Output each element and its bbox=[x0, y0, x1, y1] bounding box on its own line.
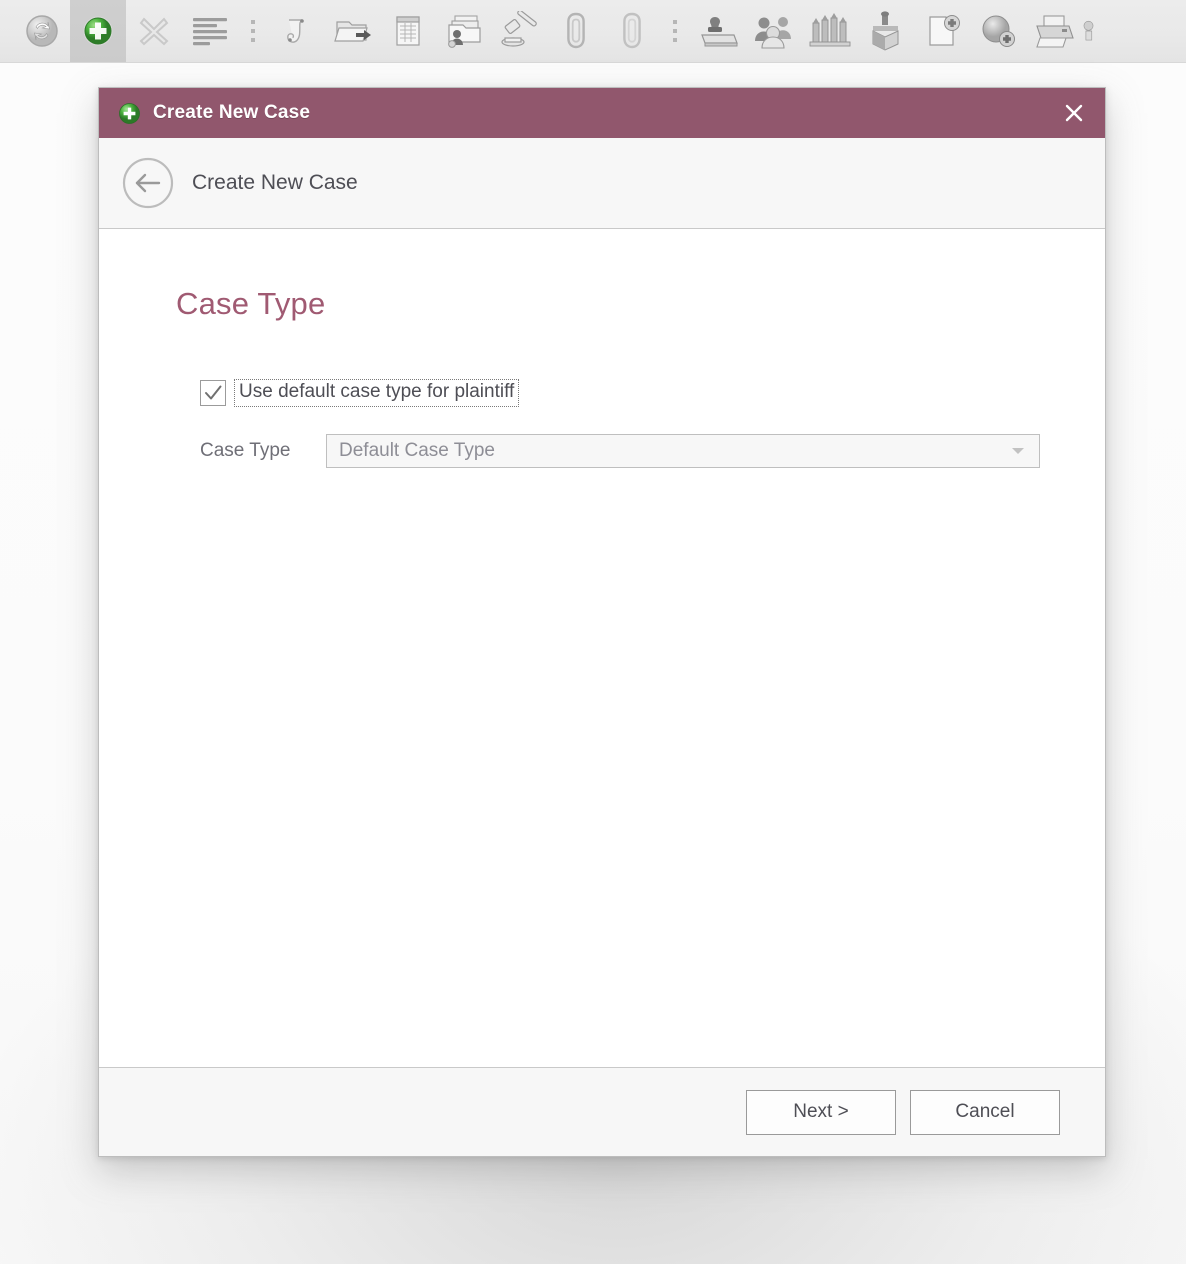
add-new-case-icon[interactable] bbox=[70, 0, 126, 62]
dialog-navbar: Create New Case bbox=[99, 138, 1105, 229]
next-button[interactable]: Next > bbox=[746, 1089, 896, 1135]
add-disc-icon[interactable] bbox=[970, 0, 1026, 62]
dialog-body: Case Type Use default case type for plai… bbox=[99, 229, 1105, 1067]
cancel-button[interactable]: Cancel bbox=[910, 1089, 1060, 1135]
main-toolbar bbox=[0, 0, 1186, 63]
navbar-title: Create New Case bbox=[192, 171, 358, 194]
dialog-title: Create New Case bbox=[153, 102, 311, 123]
page-title: Case Type bbox=[176, 286, 326, 321]
paperclip-icon[interactable] bbox=[548, 0, 604, 62]
rubber-stamp-icon[interactable] bbox=[690, 0, 746, 62]
gavel-icon[interactable] bbox=[492, 0, 548, 62]
dialog-footer: Next > Cancel bbox=[99, 1067, 1105, 1156]
delete-x-icon[interactable] bbox=[126, 0, 182, 62]
green-plus-circle-icon bbox=[119, 102, 140, 124]
toolbar-separator bbox=[660, 0, 690, 62]
chevron-down-icon bbox=[1011, 447, 1025, 455]
ledger-page-icon[interactable] bbox=[380, 0, 436, 62]
back-arrow-circle-icon[interactable] bbox=[121, 156, 175, 210]
default-case-type-row: Use default case type for plaintiff bbox=[200, 379, 520, 407]
refresh-icon[interactable] bbox=[14, 0, 70, 62]
list-lines-icon[interactable] bbox=[182, 0, 238, 62]
use-default-case-type-checkbox[interactable] bbox=[200, 379, 226, 406]
scroll-document-icon[interactable] bbox=[268, 0, 324, 62]
export-folder-icon[interactable] bbox=[324, 0, 380, 62]
printer-icon[interactable] bbox=[1026, 0, 1082, 62]
case-type-field-row: Case Type Default Case Type bbox=[200, 434, 1040, 468]
people-group-icon[interactable] bbox=[746, 0, 802, 62]
use-default-case-type-label[interactable]: Use default case type for plaintiff bbox=[234, 379, 520, 407]
dialog-titlebar: Create New Case bbox=[99, 88, 1105, 138]
case-type-dropdown[interactable]: Default Case Type bbox=[326, 434, 1040, 468]
courthouse-icon[interactable] bbox=[802, 0, 858, 62]
partial-edge-icon[interactable] bbox=[1082, 0, 1108, 62]
close-icon[interactable] bbox=[1043, 88, 1105, 138]
case-type-label: Case Type bbox=[200, 440, 291, 461]
box-archive-icon[interactable] bbox=[858, 0, 914, 62]
create-new-case-dialog: Create New Case Create New Case Case Typ… bbox=[98, 87, 1106, 1157]
client-folder-icon[interactable] bbox=[436, 0, 492, 62]
application-root: Create New Case Create New Case Case Typ… bbox=[0, 0, 1186, 1264]
case-type-selected-value: Default Case Type bbox=[339, 440, 495, 461]
toolbar-leading-edge bbox=[0, 0, 14, 62]
new-document-icon[interactable] bbox=[914, 0, 970, 62]
paperclip-alt-icon[interactable] bbox=[604, 0, 660, 62]
toolbar-separator bbox=[238, 0, 268, 62]
